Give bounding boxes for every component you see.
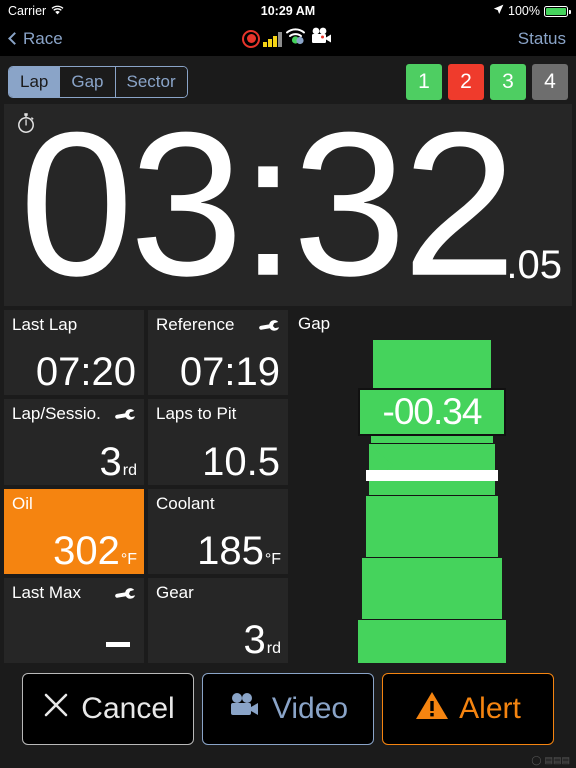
mini-glyph-icon: ▤▤▤ [544,755,570,765]
gap-bar-graph [292,310,572,663]
status-bar-right: 100% [493,4,571,18]
tile-value: 3rd [243,618,281,662]
tile-label: Gear [156,582,194,602]
tile-value: 10.5 [202,439,280,484]
wifi-status-icon [285,27,307,50]
carrier-label: Carrier [8,4,47,18]
tile-label: Last Lap [12,315,78,334]
alert-button-label: Alert [459,692,521,725]
tile-label: Coolant [156,493,215,513]
tile-value: 302°F [53,528,137,573]
status-bar-left: Carrier [8,4,64,18]
video-button[interactable]: Video [202,673,374,745]
cancel-button-label: Cancel [81,692,175,725]
app-screen: Carrier 10:29 AM 100% Race Status Lap Ga… [0,0,576,768]
status-button[interactable]: Status [518,29,566,49]
status-bar: Carrier 10:29 AM 100% [0,0,576,22]
video-camera-icon [228,692,262,726]
segment-gap[interactable]: Gap [60,67,116,97]
warning-triangle-icon [415,690,449,728]
top-controls-row: Lap Gap Sector 1 2 3 4 [0,56,576,104]
back-button-label: Race [23,28,63,48]
wrench-icon[interactable] [115,584,137,606]
telemetry-tiles: Last Lap 07:20 Reference 07:19 Lap/Sessi… [4,310,288,663]
video-button-label: Video [271,692,349,725]
battery-icon [544,5,571,17]
tile-coolant[interactable]: Coolant 185°F [148,488,288,574]
chevron-left-icon [8,32,21,45]
view-mode-segmented-control[interactable]: Lap Gap Sector [8,66,188,98]
main-timer-panel[interactable]: 03:32 .05 [4,104,572,306]
nav-status-icons [0,27,576,50]
lower-section: Last Lap 07:20 Reference 07:19 Lap/Sessi… [4,310,572,663]
tile-value: 07:20 [35,350,136,395]
tile-value: 185°F [197,528,281,573]
sector-indicator-2[interactable]: 2 [448,64,484,100]
tile-last-lap[interactable]: Last Lap 07:20 [4,310,144,396]
tile-label: Oil [12,493,33,513]
gap-bar-segment [362,558,502,620]
tile-value: 3rd [99,439,137,484]
gap-bar-segment [366,496,498,558]
alert-button[interactable]: Alert [382,673,554,745]
wifi-icon [51,5,64,17]
tile-label: Laps to Pit [156,404,237,424]
segment-lap[interactable]: Lap [9,67,61,97]
tile-gear[interactable]: Gear 3rd [148,577,288,663]
wrench-icon[interactable] [259,316,281,338]
tile-reference[interactable]: Reference 07:19 [148,310,288,396]
gap-value-box: -00.34 [358,388,506,436]
video-camera-icon [310,27,334,50]
signal-bars-icon [263,31,282,47]
main-timer-value: 03:32 [19,104,516,306]
sector-indicators: 1 2 3 4 [406,64,568,100]
gap-bar-segment [358,620,506,663]
nav-bar: Race Status [0,22,576,56]
ellipse-glyph-icon: ◯ [531,755,542,765]
gap-bar-segment [373,340,491,392]
device-status-glyphs: ◯ ▤▤▤ [531,755,570,766]
main-timer-fraction: .05 [506,243,562,287]
tile-lap-session[interactable]: Lap/Sessio. 3rd [4,399,144,485]
tile-value-dash [106,642,130,647]
sector-indicator-1[interactable]: 1 [406,64,442,100]
tile-laps-to-pit[interactable]: Laps to Pit 10.5 [148,399,288,485]
tile-oil[interactable]: Oil 302°F [4,488,144,574]
location-arrow-icon [493,4,504,18]
status-bar-clock: 10:29 AM [260,4,316,18]
sector-indicator-3[interactable]: 3 [490,64,526,100]
back-button[interactable]: Race [8,28,63,49]
wrench-icon[interactable] [115,405,137,427]
tile-last-max[interactable]: Last Max [4,577,144,663]
sector-indicator-4[interactable]: 4 [532,64,568,100]
tile-value: 07:19 [179,350,280,395]
gap-current-position-marker [366,470,498,481]
close-x-icon [41,690,71,728]
segment-sector[interactable]: Sector [115,67,187,97]
gap-panel[interactable]: Gap -00.34 [292,310,572,663]
action-button-row: Cancel Video Alert [0,663,576,745]
battery-percent-label: 100% [508,4,540,18]
record-icon[interactable] [242,29,261,48]
cancel-button[interactable]: Cancel [22,673,194,745]
